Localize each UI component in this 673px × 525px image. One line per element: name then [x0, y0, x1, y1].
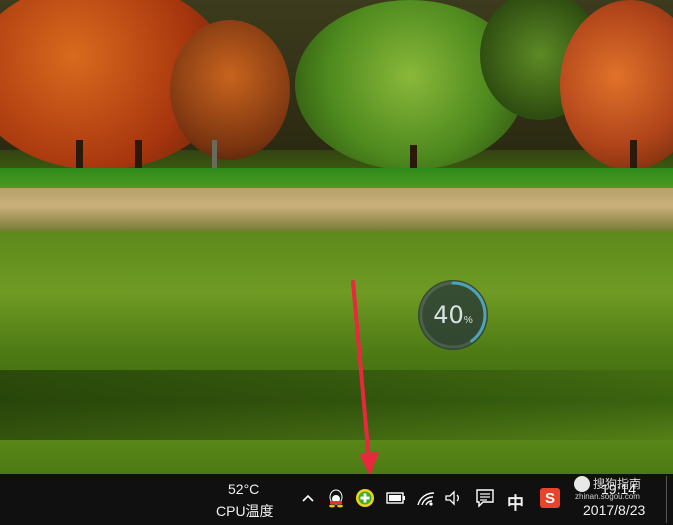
action-center-icon[interactable] [475, 488, 495, 508]
chevron-up-icon[interactable] [298, 488, 318, 508]
memory-usage-widget[interactable]: 40% [418, 280, 488, 350]
cpu-temperature-label[interactable]: CPU温度 [216, 501, 274, 521]
security-plus-icon[interactable] [355, 488, 375, 508]
clock-time[interactable]: 19:14 [601, 481, 636, 497]
clock-date[interactable]: 2017/8/23 [583, 502, 645, 518]
svg-text:S: S [545, 490, 555, 507]
desktop-wallpaper [0, 0, 673, 474]
cpu-temperature-value[interactable]: 52°C [228, 481, 259, 497]
annotation-arrow [351, 280, 379, 476]
watermark-logo [574, 476, 590, 492]
battery-icon[interactable] [386, 488, 406, 508]
sogou-input-icon[interactable]: S [540, 488, 560, 508]
widget-percent-value: 40 [433, 301, 464, 329]
wifi-icon[interactable] [416, 488, 436, 508]
qq-penguin-icon[interactable] [326, 488, 346, 508]
tree-orange [170, 20, 290, 160]
ime-chinese-indicator[interactable]: 中 [507, 489, 524, 514]
lawn-shadow [0, 370, 673, 440]
grass-strip [0, 168, 673, 190]
show-desktop-divider[interactable] [666, 476, 667, 523]
widget-percent-unit: % [463, 314, 473, 326]
volume-icon[interactable] [444, 488, 464, 508]
dry-grass-band [0, 188, 673, 233]
